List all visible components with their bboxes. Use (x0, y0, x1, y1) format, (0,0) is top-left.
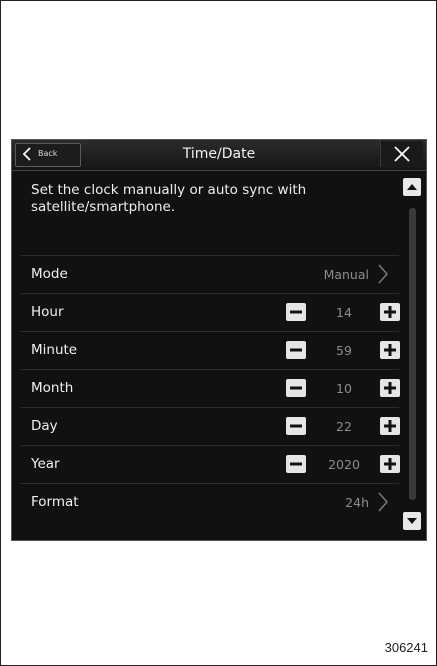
minus-icon (290, 424, 302, 428)
page-title: Time/Date (182, 146, 256, 162)
header-bar: Back Time/Date (12, 140, 426, 171)
year-decrease-button[interactable] (286, 455, 306, 473)
day-increase-button[interactable] (380, 417, 400, 435)
plus-icon (384, 458, 396, 470)
day-label: Day (31, 418, 58, 434)
minute-value: 59 (336, 343, 352, 358)
time-date-screen: Back Time/Date Set the clock manually or… (11, 139, 427, 541)
triangle-up-icon (407, 184, 417, 190)
hour-label: Hour (31, 304, 64, 320)
figure-number: 306241 (384, 640, 428, 655)
description-text: Set the clock manually or auto sync with… (31, 182, 307, 215)
scrollbar[interactable] (409, 208, 416, 500)
hour-decrease-button[interactable] (286, 303, 306, 321)
hour-row: Hour 14 (21, 293, 400, 331)
year-row: Year 2020 (21, 445, 400, 483)
month-increase-button[interactable] (380, 379, 400, 397)
mode-label: Mode (31, 266, 68, 282)
minus-icon (290, 348, 302, 352)
minus-icon (290, 386, 302, 390)
plus-icon (384, 344, 396, 356)
minute-label: Minute (31, 342, 78, 358)
minute-decrease-button[interactable] (286, 341, 306, 359)
chevron-right-icon (378, 492, 389, 512)
month-label: Month (31, 380, 74, 396)
minute-increase-button[interactable] (380, 341, 400, 359)
close-icon (394, 146, 410, 162)
minute-row: Minute 59 (21, 331, 400, 369)
day-decrease-button[interactable] (286, 417, 306, 435)
day-value: 22 (336, 419, 352, 434)
day-row: Day 22 (21, 407, 400, 445)
triangle-down-icon (407, 518, 417, 524)
month-value: 10 (336, 381, 352, 396)
plus-icon (384, 306, 396, 318)
hour-value: 14 (336, 305, 352, 320)
year-value: 2020 (328, 457, 360, 472)
minus-icon (290, 310, 302, 314)
plus-icon (384, 382, 396, 394)
minus-icon (290, 462, 302, 466)
mode-row[interactable]: Mode Manual (21, 255, 399, 293)
plus-icon (384, 420, 396, 432)
chevron-right-icon (378, 264, 389, 284)
settings-list: Mode Manual Hour 14 Minute 59 Month 10 D… (21, 255, 400, 521)
scroll-up-button[interactable] (403, 178, 421, 196)
mode-value: Manual (323, 267, 369, 282)
format-label: Format (31, 494, 79, 510)
close-button[interactable] (380, 141, 423, 167)
format-value: 24h (345, 495, 369, 510)
month-row: Month 10 (21, 369, 400, 407)
hour-increase-button[interactable] (380, 303, 400, 321)
format-row[interactable]: Format 24h (21, 483, 399, 521)
year-increase-button[interactable] (380, 455, 400, 473)
scroll-down-button[interactable] (403, 512, 421, 530)
month-decrease-button[interactable] (286, 379, 306, 397)
year-label: Year (31, 456, 60, 472)
